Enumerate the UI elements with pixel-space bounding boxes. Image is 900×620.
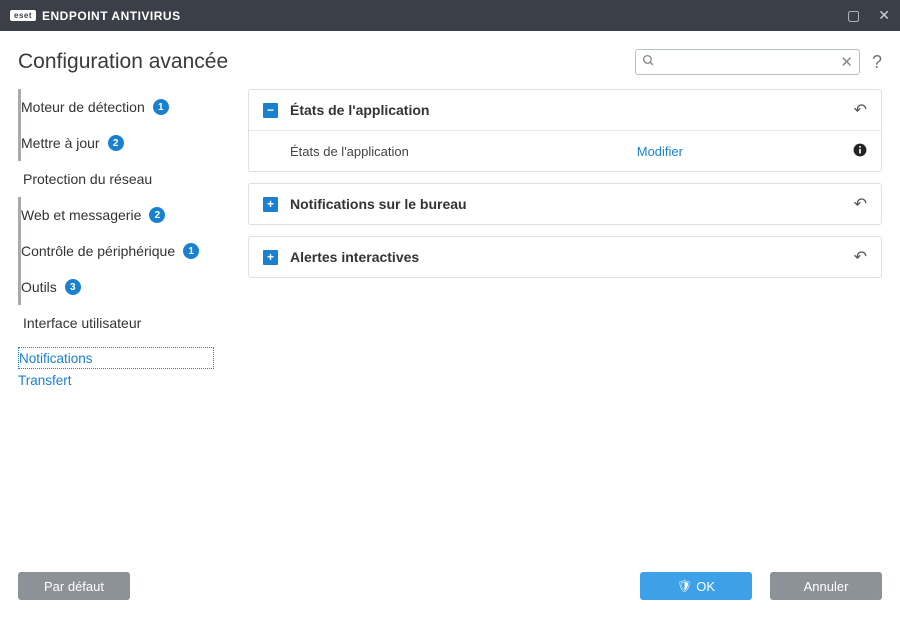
sidebar-badge: 2 (149, 207, 165, 223)
info-icon[interactable] (853, 143, 867, 160)
sidebar-item-label: Moteur de détection (21, 99, 145, 115)
panel-header[interactable]: + Alertes interactives ↶ (249, 237, 881, 277)
footer: Par défaut 🛡 OK Annuler (0, 570, 900, 620)
help-icon[interactable]: ? (872, 52, 882, 73)
sidebar-sub-label: Transfert (18, 373, 72, 388)
sidebar-sub-transfer[interactable]: Transfert (18, 369, 218, 391)
expand-icon[interactable]: + (263, 250, 278, 265)
sidebar-item-label: Web et messagerie (21, 207, 141, 223)
panel-title: États de l'application (290, 102, 854, 118)
panel-header[interactable]: − États de l'application ↶ (249, 90, 881, 130)
main: Moteur de détection 1 Mettre à jour 2 Pr… (0, 89, 900, 579)
shield-icon: 🛡 (677, 579, 692, 593)
panel-header[interactable]: + Notifications sur le bureau ↶ (249, 184, 881, 224)
product-name: ENDPOINT ANTIVIRUS (42, 9, 181, 23)
sidebar-item-web-email[interactable]: Web et messagerie 2 (18, 197, 218, 233)
collapse-icon[interactable]: − (263, 103, 278, 118)
sidebar-item-network-protection[interactable]: Protection du réseau (18, 161, 218, 197)
sidebar-item-label: Contrôle de périphérique (21, 243, 175, 259)
panel-title: Notifications sur le bureau (290, 196, 854, 212)
sidebar-badge: 1 (183, 243, 199, 259)
sidebar-badge: 2 (108, 135, 124, 151)
cancel-button[interactable]: Annuler (770, 572, 882, 600)
sidebar-item-device-control[interactable]: Contrôle de périphérique 1 (18, 233, 218, 269)
sidebar-item-label: Interface utilisateur (21, 315, 141, 331)
window-controls: ▢ ✕ (847, 7, 890, 24)
brand-logo: eset (10, 10, 36, 21)
revert-icon[interactable]: ↶ (854, 194, 867, 214)
search-input[interactable] (659, 55, 840, 69)
revert-icon[interactable]: ↶ (854, 247, 867, 267)
page-title: Configuration avancée (18, 50, 228, 74)
sidebar-badge: 3 (65, 279, 81, 295)
sidebar-item-label: Outils (21, 279, 57, 295)
panel-app-states: − États de l'application ↶ États de l'ap… (248, 89, 882, 172)
sidebar: Moteur de détection 1 Mettre à jour 2 Pr… (18, 89, 218, 579)
expand-icon[interactable]: + (263, 197, 278, 212)
panel-body: États de l'application Modifier (249, 130, 881, 171)
close-icon[interactable]: ✕ (878, 7, 890, 24)
titlebar: eset ENDPOINT ANTIVIRUS ▢ ✕ (0, 0, 900, 31)
sidebar-item-detection-engine[interactable]: Moteur de détection 1 (18, 89, 218, 125)
panel-desktop-notifications: + Notifications sur le bureau ↶ (248, 183, 882, 225)
edit-link[interactable]: Modifier (637, 144, 683, 159)
row-label: États de l'application (290, 144, 637, 159)
sidebar-item-label: Protection du réseau (21, 171, 152, 187)
ok-label: OK (696, 579, 715, 594)
sidebar-item-label: Mettre à jour (21, 135, 100, 151)
sidebar-badge: 1 (153, 99, 169, 115)
clear-search-icon[interactable]: ✕ (840, 53, 853, 71)
sidebar-sub-notifications[interactable]: Notifications (18, 347, 214, 369)
search-box[interactable]: ✕ (635, 49, 860, 75)
panel-interactive-alerts: + Alertes interactives ↶ (248, 236, 882, 278)
content: − États de l'application ↶ États de l'ap… (218, 89, 882, 579)
ok-button[interactable]: 🛡 OK (640, 572, 752, 600)
revert-icon[interactable]: ↶ (854, 100, 867, 120)
default-button[interactable]: Par défaut (18, 572, 130, 600)
panel-row: États de l'application Modifier (263, 131, 867, 171)
maximize-icon[interactable]: ▢ (847, 7, 860, 24)
sidebar-item-tools[interactable]: Outils 3 (18, 269, 218, 305)
panel-title: Alertes interactives (290, 249, 854, 265)
sidebar-sub-label: Notifications (19, 351, 93, 366)
header: Configuration avancée ✕ ? (0, 31, 900, 89)
sidebar-item-update[interactable]: Mettre à jour 2 (18, 125, 218, 161)
search-icon (642, 54, 655, 70)
sidebar-item-ui[interactable]: Interface utilisateur (18, 305, 218, 341)
